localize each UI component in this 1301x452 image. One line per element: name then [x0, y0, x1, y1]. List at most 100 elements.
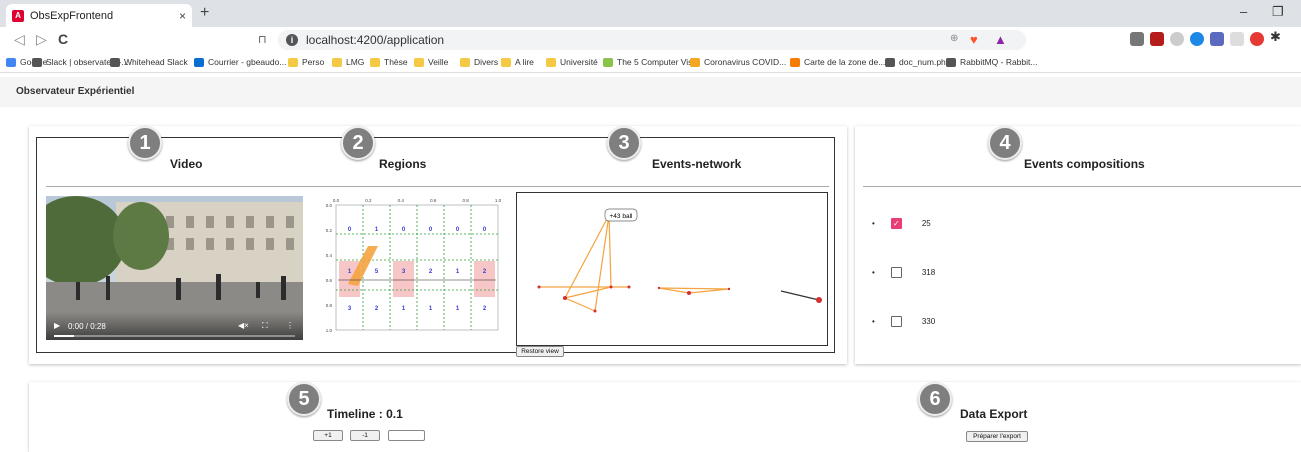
brave-shield-icon[interactable]: ♥	[970, 32, 978, 47]
composition-checkbox[interactable]	[890, 316, 902, 327]
address-bar[interactable]: i localhost:4200/application ⊕ ♥ ▲	[278, 30, 1026, 50]
bookmark-icon	[946, 57, 956, 67]
more-options-icon[interactable]: ⋮	[286, 321, 294, 330]
browser-tab-strip: A ObsExpFrontend × + – ❐	[0, 0, 1301, 27]
bookmark-item[interactable]: RabbitMQ - Rabbit...	[946, 57, 1037, 67]
bookmark-item[interactable]: doc_num.php	[885, 57, 951, 67]
network-node[interactable]	[609, 285, 613, 289]
region-x-tick: 0.0	[333, 198, 340, 203]
bookmark-item[interactable]: Université	[546, 57, 598, 67]
opera-icon[interactable]	[1250, 32, 1264, 46]
fullscreen-icon[interactable]: ⛶	[262, 321, 268, 331]
composition-item: • 318	[872, 267, 935, 278]
extension-icon[interactable]	[1170, 32, 1184, 46]
restore-view-button[interactable]: Restore view	[516, 346, 564, 357]
bookmark-item[interactable]: Perso	[288, 57, 324, 67]
compositions-heading: Events compositions	[1024, 157, 1145, 171]
bookmark-icon	[603, 57, 613, 67]
bookmark-item[interactable]: A lire	[501, 57, 534, 67]
extension-icon[interactable]	[1130, 32, 1144, 46]
events-network-view[interactable]: +43 ball	[516, 192, 828, 346]
bookmark-label: RabbitMQ - Rabbit...	[960, 57, 1038, 67]
network-node[interactable]	[627, 285, 631, 289]
brave-rewards-icon[interactable]: ▲	[994, 32, 1007, 47]
timeline-minus-button[interactable]: -1	[350, 430, 380, 441]
forward-icon[interactable]: ▷	[36, 31, 47, 48]
video-player[interactable]: ▶ 0:00 / 0:28 ◀× ⛶ ⋮	[46, 196, 303, 340]
browser-toolbar: ◁ ▷ C ⊓ i localhost:4200/application ⊕ ♥…	[0, 27, 1301, 53]
bookmark-page-icon[interactable]: ⊓	[258, 33, 267, 46]
network-node[interactable]	[816, 297, 822, 303]
video-controls: ▶ 0:00 / 0:28 ◀× ⛶ ⋮	[46, 312, 303, 340]
network-node[interactable]	[563, 296, 567, 300]
bookmark-item[interactable]: Carte de la zone de...	[790, 57, 885, 67]
extension-icon[interactable]	[1190, 32, 1204, 46]
bookmark-item[interactable]: Divers	[460, 57, 498, 67]
bullet-icon: •	[872, 268, 875, 277]
badge-1: 1	[128, 126, 162, 160]
site-info-icon[interactable]: i	[286, 34, 298, 46]
network-edge	[658, 287, 730, 290]
bookmark-label: Divers	[474, 57, 499, 67]
badge-5: 5	[287, 382, 321, 416]
bookmark-item[interactable]: Courrier - gbeaudo...	[194, 57, 286, 67]
bullet-icon: •	[872, 317, 875, 326]
prepare-export-button[interactable]: Préparer l'export	[966, 431, 1028, 442]
close-tab-icon[interactable]: ×	[179, 9, 186, 23]
network-node[interactable]	[537, 285, 541, 289]
new-tab-button[interactable]: +	[200, 4, 209, 22]
bookmark-label: Veille	[428, 57, 449, 67]
angular-favicon-icon: A	[12, 9, 24, 22]
network-node[interactable]	[657, 286, 661, 290]
reload-icon[interactable]: C	[58, 31, 68, 47]
minimize-button[interactable]: –	[1240, 4, 1247, 19]
events-network-graph: +43 ball	[537, 208, 822, 313]
zoom-icon[interactable]: ⊕	[950, 33, 958, 44]
bookmark-item[interactable]: The 5 Computer Vis...	[603, 57, 700, 67]
bookmark-icon	[546, 57, 556, 67]
composition-checkbox[interactable]	[890, 267, 902, 278]
bookmark-item[interactable]: Veille	[414, 57, 448, 67]
region-highlight-cell	[474, 261, 495, 297]
region-x-tick: 0.8	[462, 198, 469, 203]
region-y-tick: 0.2	[326, 228, 333, 233]
bookmark-item[interactable]: Whitehead Slack	[110, 57, 188, 67]
extensions-puzzle-icon[interactable]: ✱	[1270, 29, 1284, 44]
bookmark-label: Université	[560, 57, 598, 67]
extension-icon[interactable]	[1210, 32, 1224, 46]
timeline-input[interactable]	[388, 430, 425, 441]
bookmark-label: Carte de la zone de...	[804, 57, 886, 67]
network-node[interactable]	[687, 291, 691, 295]
region-y-tick: 0.8	[326, 303, 333, 308]
bookmark-item[interactable]: Coronavirus COVID...	[690, 57, 786, 67]
restore-window-button[interactable]: ❐	[1272, 4, 1284, 20]
network-edge	[688, 288, 730, 294]
composition-checkbox[interactable]: ✓	[890, 218, 902, 229]
app-title: Observateur Expérientiel	[16, 86, 135, 97]
timeline-heading: Timeline : 0.1	[327, 407, 403, 421]
network-node[interactable]	[727, 287, 731, 291]
region-y-tick: 0.6	[326, 278, 333, 283]
url-text: localhost:4200/application	[306, 33, 445, 47]
pdf-extension-icon[interactable]	[1150, 32, 1164, 46]
mute-icon[interactable]: ◀×	[238, 321, 249, 330]
bookmark-item[interactable]: Thèse	[370, 57, 408, 67]
network-node[interactable]	[593, 309, 597, 313]
bookmark-item[interactable]: LMG	[332, 57, 364, 67]
extension-icon[interactable]	[1230, 32, 1244, 46]
bookmark-label: Coronavirus COVID...	[704, 57, 787, 67]
bookmark-icon	[414, 57, 424, 67]
browser-tab[interactable]: A ObsExpFrontend ×	[6, 4, 192, 27]
region-y-tick: 1.0	[326, 328, 333, 332]
bookmark-icon	[32, 57, 42, 67]
play-icon[interactable]: ▶	[54, 321, 60, 330]
bookmark-label: Perso	[302, 57, 325, 67]
bookmark-label: The 5 Computer Vis...	[617, 57, 700, 67]
video-progress-track[interactable]	[54, 335, 295, 337]
bookmark-icon	[370, 57, 380, 67]
timeline-plus-button[interactable]: +1	[313, 430, 343, 441]
region-y-tick: 0.4	[326, 253, 333, 258]
app-header: Observateur Expérientiel	[0, 77, 1301, 107]
back-icon[interactable]: ◁	[14, 31, 25, 48]
divider	[863, 186, 1301, 187]
